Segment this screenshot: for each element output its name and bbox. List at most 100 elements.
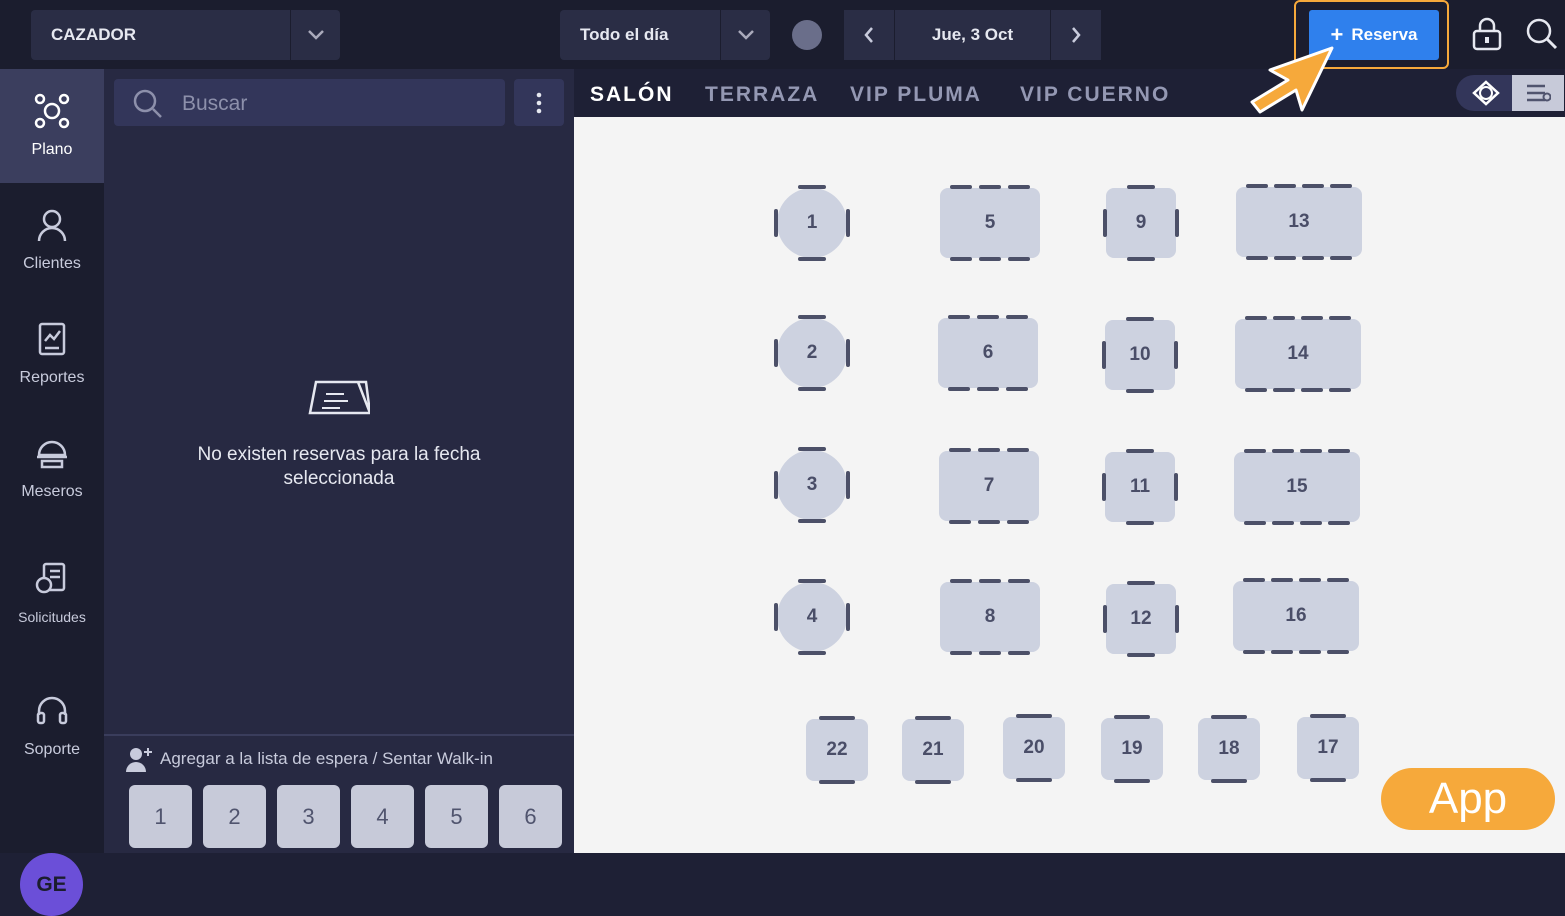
table-18[interactable]: 18 — [1198, 718, 1260, 780]
chair — [949, 448, 971, 452]
chair — [1300, 521, 1322, 525]
list-view-button[interactable] — [1512, 75, 1564, 111]
chair — [1327, 650, 1349, 654]
chair — [1243, 578, 1265, 582]
tab-terraza[interactable]: TERRAZA — [705, 83, 819, 107]
chevron-down-icon — [720, 10, 770, 60]
chair — [1244, 449, 1266, 453]
chair — [915, 716, 951, 720]
table-21[interactable]: 21 — [902, 719, 964, 781]
table-16[interactable]: 16 — [1233, 581, 1359, 651]
lock-icon[interactable] — [1470, 16, 1504, 52]
table-12[interactable]: 12 — [1106, 584, 1176, 654]
chevron-right-icon — [1072, 27, 1081, 43]
table-20[interactable]: 20 — [1003, 717, 1065, 779]
chair — [1310, 778, 1346, 782]
chair — [1274, 256, 1296, 260]
nav-item-soporte[interactable]: Soporte — [0, 669, 104, 783]
table-5[interactable]: 5 — [940, 188, 1040, 258]
chair — [948, 315, 970, 319]
prev-date-button[interactable] — [844, 10, 894, 60]
waitlist-label[interactable]: Agregar a la lista de espera / Sentar Wa… — [160, 749, 493, 769]
requests-icon — [35, 562, 66, 594]
table-13[interactable]: 13 — [1236, 187, 1362, 257]
table-8[interactable]: 8 — [940, 582, 1040, 652]
chair — [1007, 520, 1029, 524]
chair — [1103, 605, 1107, 633]
user-icon — [37, 209, 67, 242]
nav-item-solicitudes[interactable]: Solicitudes — [0, 537, 104, 651]
party-size-button[interactable]: 6 — [499, 785, 562, 848]
chair — [1243, 650, 1265, 654]
next-date-button[interactable] — [1051, 10, 1101, 60]
area-tabs: SALÓN TERRAZA VIP PLUMA VIP CUERNO — [574, 69, 1565, 117]
date-display[interactable]: Jue, 3 Oct — [895, 10, 1050, 60]
table-1[interactable]: 1 — [777, 188, 847, 258]
chair — [1114, 779, 1150, 783]
chair — [1175, 605, 1179, 633]
party-size-button[interactable]: 3 — [277, 785, 340, 848]
list-view-icon — [1527, 84, 1551, 102]
chair — [1300, 449, 1322, 453]
tab-vip-pluma[interactable]: VIP PLUMA — [850, 83, 982, 107]
table-2[interactable]: 2 — [777, 318, 847, 388]
add-user-icon — [126, 748, 152, 772]
chair — [1245, 316, 1267, 320]
chair — [798, 519, 826, 523]
chair — [798, 315, 826, 319]
party-size-button[interactable]: 4 — [351, 785, 414, 848]
nav-item-reportes[interactable]: Reportes — [0, 297, 104, 411]
shift-label: Todo el día — [580, 25, 669, 44]
search-input[interactable]: Buscar — [114, 79, 505, 126]
table-7[interactable]: 7 — [939, 451, 1039, 521]
chair — [1302, 184, 1324, 188]
nav-item-plano[interactable]: Plano — [0, 69, 104, 183]
chair — [1114, 715, 1150, 719]
chair — [1127, 185, 1155, 189]
chair — [1127, 581, 1155, 585]
venue-label: CAZADOR — [51, 25, 136, 44]
table-4[interactable]: 4 — [777, 582, 847, 652]
chair — [1272, 521, 1294, 525]
app-badge: App — [1381, 768, 1555, 830]
table-22[interactable]: 22 — [806, 719, 868, 781]
party-size-button[interactable]: 2 — [203, 785, 266, 848]
nav-item-meseros[interactable]: Meseros — [0, 411, 104, 525]
table-3[interactable]: 3 — [777, 450, 847, 520]
tab-vip-cuerno[interactable]: VIP CUERNO — [1020, 83, 1170, 107]
new-reservation-label: Reserva — [1351, 25, 1418, 44]
shift-select[interactable]: Todo el día — [560, 10, 770, 60]
table-14[interactable]: 14 — [1235, 319, 1361, 389]
table-11[interactable]: 11 — [1105, 452, 1175, 522]
nav-label: Soporte — [23, 741, 81, 758]
chair — [1301, 316, 1323, 320]
chair — [950, 185, 972, 189]
venue-select[interactable]: CAZADOR — [31, 10, 340, 60]
chair — [1174, 341, 1178, 369]
table-15[interactable]: 15 — [1234, 452, 1360, 522]
party-size-button[interactable]: 5 — [425, 785, 488, 848]
tab-salon[interactable]: SALÓN — [590, 83, 674, 107]
chair — [1273, 388, 1295, 392]
empty-state-message: No existen reservas para la fecha selecc… — [197, 444, 481, 489]
avatar[interactable]: GE — [20, 853, 83, 916]
nav-item-clientes[interactable]: Clientes — [0, 183, 104, 297]
chair — [978, 520, 1000, 524]
nav-label: Solicitudes — [18, 609, 86, 625]
table-10[interactable]: 10 — [1105, 320, 1175, 390]
dining-icon[interactable] — [792, 20, 822, 50]
table-19[interactable]: 19 — [1101, 718, 1163, 780]
chair — [978, 448, 1000, 452]
floor-plan-icon — [34, 93, 70, 129]
chair — [948, 387, 970, 391]
table-9[interactable]: 9 — [1106, 188, 1176, 258]
chevron-left-icon — [864, 27, 873, 43]
party-size-button[interactable]: 1 — [129, 785, 192, 848]
table-6[interactable]: 6 — [938, 318, 1038, 388]
floor-view-icon[interactable] — [1472, 80, 1500, 106]
search-icon[interactable] — [1525, 17, 1559, 51]
chair — [1127, 653, 1155, 657]
table-17[interactable]: 17 — [1297, 717, 1359, 779]
more-options-button[interactable] — [514, 79, 564, 126]
chair — [1245, 388, 1267, 392]
